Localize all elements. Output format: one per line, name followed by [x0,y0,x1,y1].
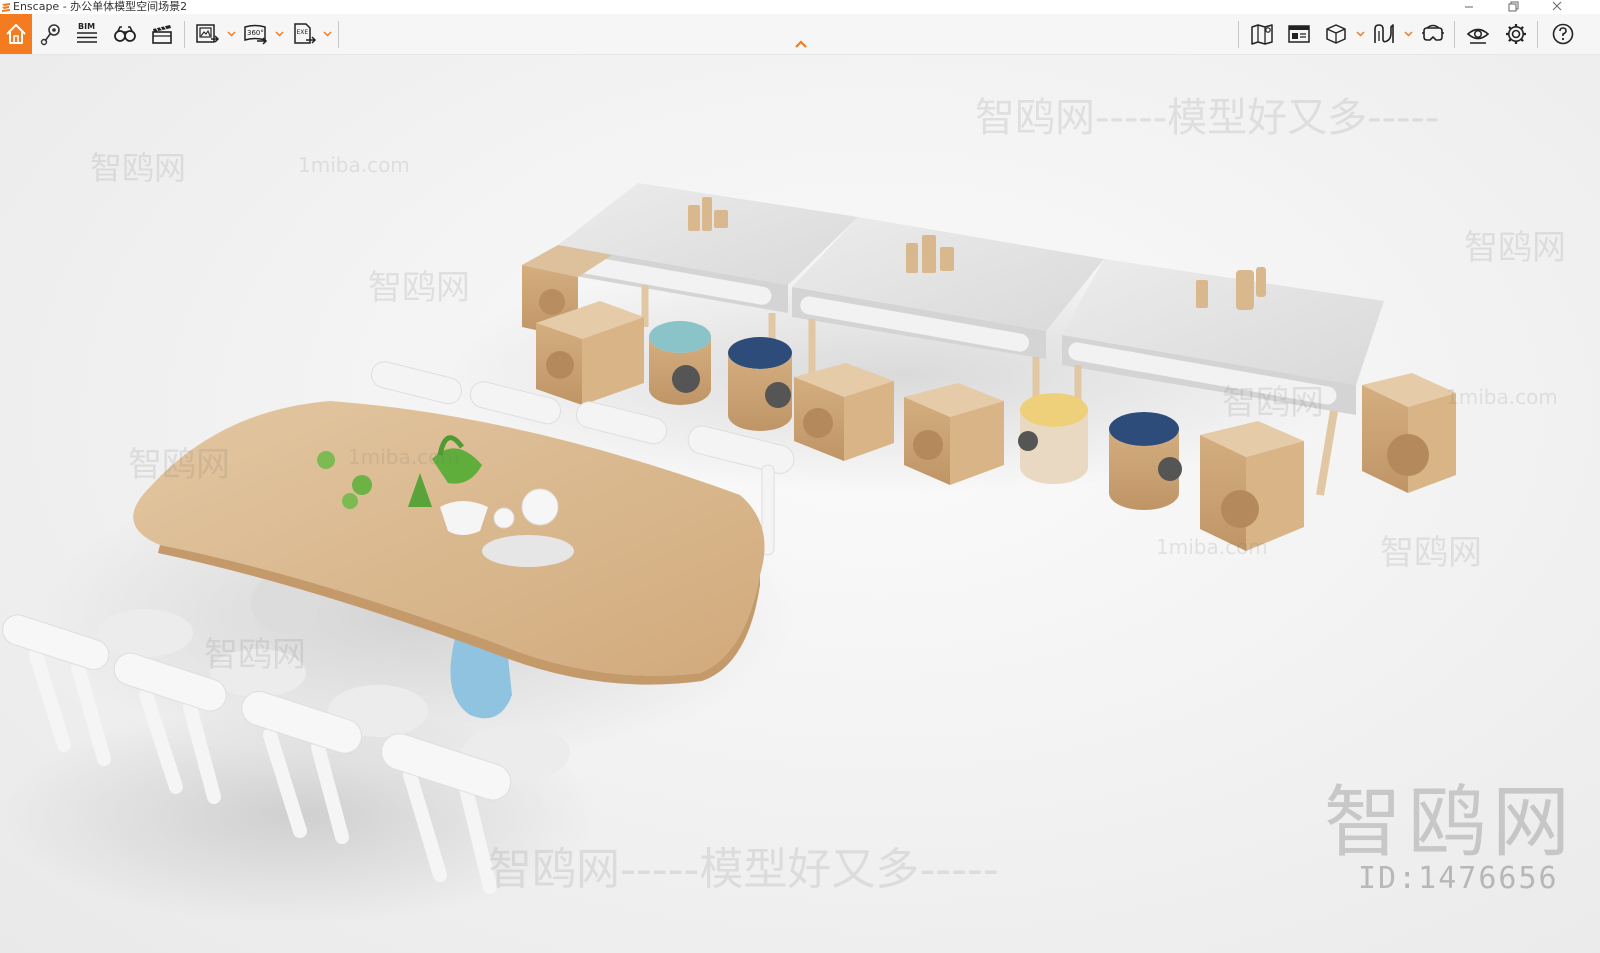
asset-library-button[interactable] [1319,14,1353,54]
map-button[interactable] [1245,14,1279,54]
watermark-brand: 智鸥网 [1464,228,1566,268]
screenshot-button[interactable] [190,14,224,54]
material-icon [1374,24,1394,43]
home-button[interactable] [0,14,32,54]
watermark-logo: 智鸥网 [1324,778,1577,868]
watermark-site: 1miba.com [1446,385,1558,409]
svg-text:BIM: BIM [78,22,95,31]
render-image-icon [196,24,220,43]
help-icon [1552,23,1574,45]
watermark-brand: 智鸥网 [204,635,306,675]
toolbar-separator [1238,21,1239,48]
toolbar-separator [338,21,339,48]
binoculars-icon [114,26,136,42]
location-pin-icon [40,24,60,46]
export-exe-button[interactable]: EXE [287,14,321,54]
media-button[interactable] [1282,14,1316,54]
chevron-down-icon[interactable] [1356,29,1365,38]
svg-text:EXE: EXE [297,29,309,36]
vr-headset-button[interactable] [1416,14,1450,54]
toolbar-separator [184,21,185,48]
close-icon[interactable] [1544,0,1570,14]
visibility-button[interactable] [1461,14,1495,54]
binoculars-button[interactable] [108,14,142,54]
media-window-icon [1288,25,1310,43]
watermark-slogan: 智鸥网-----模型好又多----- [488,844,999,895]
material-editor-button[interactable] [1367,14,1401,54]
toolbar-separator [1537,21,1538,48]
help-button[interactable] [1546,14,1580,54]
watermark-brand: 智鸥网 [128,445,230,485]
chevron-up-icon[interactable] [793,38,809,50]
bim-button[interactable]: BIM [70,14,104,54]
settings-button[interactable] [1499,14,1533,54]
home-icon [6,24,26,44]
minimize-icon[interactable] [1456,0,1482,14]
gear-icon [1506,24,1526,44]
watermark-site: 1miba.com [1156,535,1268,559]
title-bar: Enscape - 办公单体模型空间场景2 [0,0,1600,14]
enscape-toolbar: BIM 360° EXE [0,14,1600,55]
map-icon [1251,24,1273,45]
window-title: Enscape - 办公单体模型空间场景2 [13,0,188,13]
restore-icon[interactable] [1500,0,1526,14]
bim-icon: BIM [77,22,97,43]
chevron-down-icon[interactable] [1404,29,1413,38]
cube-icon [1326,24,1346,44]
export-exe-icon: EXE [294,23,317,44]
watermark-brand: 智鸥网 [1222,383,1324,423]
panorama-button[interactable]: 360° [238,14,272,54]
views-button[interactable] [34,14,68,54]
chevron-down-icon[interactable] [275,29,284,38]
chevron-down-icon[interactable] [227,29,236,38]
watermark-brand: 智鸥网 [1380,533,1482,573]
video-editor-button[interactable] [145,14,179,54]
panorama-icon: 360° [244,24,268,45]
watermark-site: 1miba.com [348,445,460,469]
toolbar-separator [1454,21,1455,48]
watermark-brand: 智鸥网 [90,149,187,187]
render-viewport[interactable]: 智鸥网-----模型好又多----- 智鸥网 1miba.com 智鸥网 智鸥网… [0,55,1600,953]
chevron-down-icon[interactable] [323,29,332,38]
watermark-slogan: 智鸥网-----模型好又多----- [975,95,1440,141]
vr-headset-icon [1422,24,1444,41]
enscape-logo-icon [2,3,10,12]
eye-icon [1466,28,1490,44]
watermark-id: ID:1476656 [1358,861,1559,896]
watermark-brand: 智鸥网 [368,268,470,308]
svg-text:360°: 360° [247,29,264,37]
clapperboard-icon [152,25,172,44]
watermark-site: 1miba.com [298,153,410,177]
